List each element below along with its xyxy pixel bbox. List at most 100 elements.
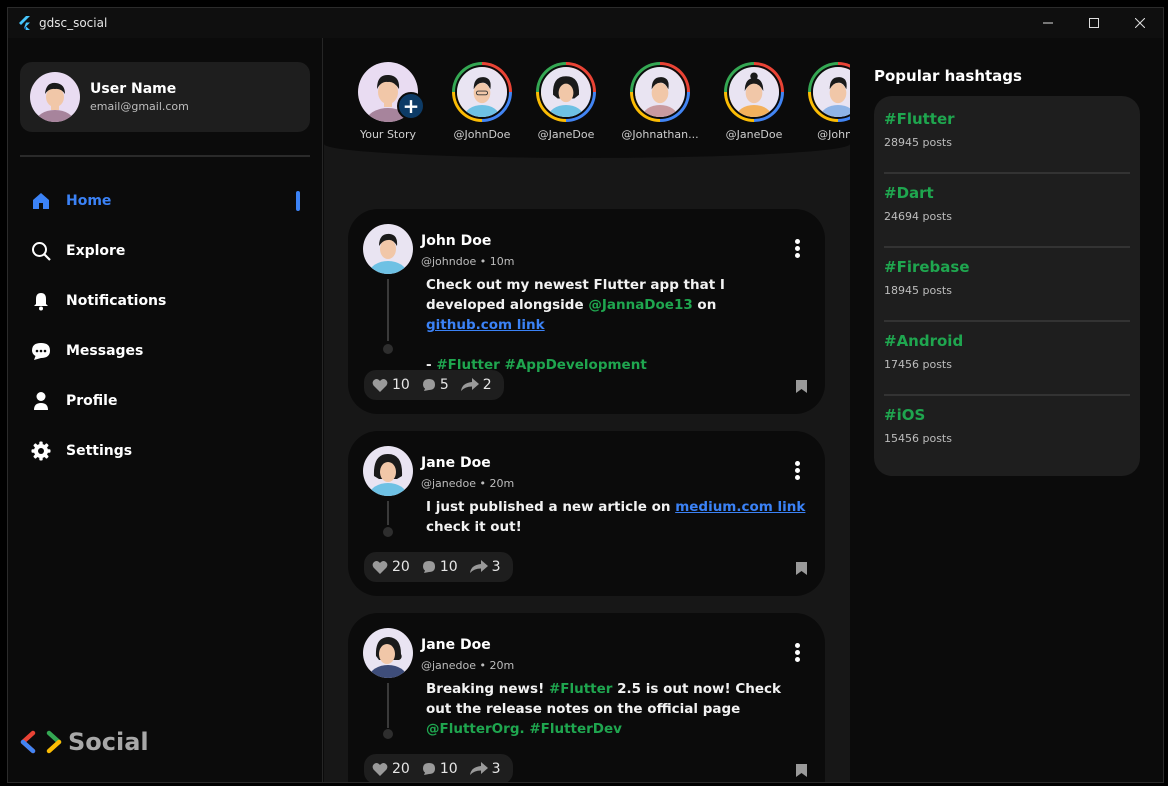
sidebar-item-label: Messages [66,343,144,359]
story-label: @JaneDoe [725,128,783,141]
hashtag-name[interactable]: #Android [884,332,1130,350]
sidebar-item-settings[interactable]: Settings [8,426,323,476]
story-item[interactable]: @JohnDoe [437,62,527,141]
hashtag-item[interactable]: #Flutter 28945 posts [884,100,1130,174]
post-text: I just published a new article on [426,499,676,515]
share-count: 3 [491,761,501,777]
bookmark-icon[interactable] [796,560,807,579]
share-button[interactable]: 3 [469,559,501,575]
sidebar-nav: Home Explore Notifications Messages Prof… [8,176,323,476]
external-link[interactable]: github.com link [426,317,545,333]
post-author[interactable]: Jane Doe [421,455,491,471]
window-controls [1025,8,1163,38]
flutter-logo-icon [19,16,30,30]
sidebar-item-notifications[interactable]: Notifications [8,276,323,326]
close-button[interactable] [1117,8,1163,38]
story-item[interactable]: @Johna [793,62,850,141]
bookmark-icon[interactable] [796,378,807,397]
avatar[interactable] [363,628,413,678]
post-body-line [426,335,806,355]
close-icon [1135,18,1145,28]
window-title: gdsc_social [39,16,108,30]
gear-icon [30,440,52,462]
hashtag-name[interactable]: #Firebase [884,258,1130,276]
comment-button[interactable]: 10 [422,559,458,575]
avatar [633,65,687,119]
brand: Social [20,728,149,756]
sidebar-item-explore[interactable]: Explore [8,226,323,276]
hashtag-list: #Flutter 28945 posts #Dart 24694 posts #… [874,96,1140,476]
story-item[interactable]: @JaneDoe [709,62,799,141]
post-body-line: Check out my newest Flutter app that I d… [426,275,806,335]
comment-icon [422,561,435,573]
post-author[interactable]: Jane Doe [421,637,491,653]
like-button[interactable]: 20 [372,559,410,575]
story-item[interactable]: @JaneDoe [521,62,611,141]
post-body-line: Breaking news! #Flutter 2.5 is out now! … [426,679,806,739]
post-actions: 10 5 2 [364,370,504,400]
avatar[interactable] [363,446,413,496]
like-button[interactable]: 10 [372,377,410,393]
hashtag-item[interactable]: #Android 17456 posts [884,322,1130,396]
thread-line [387,683,389,728]
active-indicator [296,191,300,211]
thread-dot [383,344,393,354]
post-card[interactable]: Jane Doe @janedoe • 20m Breaking news! #… [348,613,825,782]
hashtag-item[interactable]: #iOS 15456 posts [884,396,1130,470]
avatar[interactable] [363,224,413,274]
post-card[interactable]: John Doe @johndoe • 10m Check out my new… [348,209,825,414]
story-own[interactable]: + Your Story [343,62,433,141]
hashtag-item[interactable]: #Firebase 18945 posts [884,248,1130,322]
mention-link[interactable]: @FlutterOrg. [426,721,525,737]
post-body: Breaking news! #Flutter 2.5 is out now! … [426,679,806,739]
user-name: User Name [90,81,177,97]
hashtag-count: 15456 posts [884,432,952,445]
share-button[interactable]: 3 [469,761,501,777]
user-card[interactable]: User Name email@gmail.com [20,62,310,132]
avatar [30,72,80,122]
post-author[interactable]: John Doe [421,233,491,249]
hashtag-name[interactable]: #Dart [884,184,1130,202]
sidebar-item-label: Explore [66,243,126,259]
right-panel: Popular hashtags #Flutter 28945 posts #D… [851,38,1163,782]
like-button[interactable]: 20 [372,761,410,777]
hashtag-name[interactable]: #iOS [884,406,1130,424]
more-options-icon[interactable] [795,239,801,260]
comment-button[interactable]: 5 [422,377,449,393]
share-button[interactable]: 2 [460,377,492,393]
share-icon [460,378,479,391]
external-link[interactable]: medium.com link [675,499,805,515]
bookmark-icon[interactable] [796,762,807,781]
hashtag-item[interactable]: #Dart 24694 posts [884,174,1130,248]
more-options-icon[interactable] [795,643,801,664]
comment-count: 5 [439,377,449,393]
sidebar-item-messages[interactable]: Messages [8,326,323,376]
heart-icon [372,378,388,392]
hashtag-link[interactable]: #FlutterDev [529,721,622,737]
hashtags-title: Popular hashtags [874,67,1022,85]
post-actions: 20 10 3 [364,754,513,782]
minimize-button[interactable] [1025,8,1071,38]
hashtag-name[interactable]: #Flutter [884,110,1130,128]
like-count: 20 [392,761,410,777]
sidebar-item-profile[interactable]: Profile [8,376,323,426]
comment-button[interactable]: 10 [422,761,458,777]
add-story-button[interactable]: + [397,92,425,120]
post-meta: @johndoe • 10m [421,255,515,268]
story-item[interactable]: @Johnathan... [615,62,705,141]
sidebar-item-label: Settings [66,443,133,459]
hashtag-link[interactable]: #Flutter [549,681,613,697]
sidebar-item-home[interactable]: Home [8,176,323,226]
share-icon [469,762,488,775]
comment-count: 10 [439,761,458,777]
more-options-icon[interactable] [795,461,801,482]
post-card[interactable]: Jane Doe @janedoe • 20m I just published… [348,431,825,596]
post-body-line: I just published a new article on medium… [426,497,806,537]
thread-line [387,501,389,525]
minimize-icon [1043,22,1053,24]
maximize-button[interactable] [1071,8,1117,38]
post-text: Breaking news! [426,681,549,697]
feed: + Your Story @JohnDoe @JaneDoe @Johnatha… [324,38,850,782]
mention-link[interactable]: @JannaDoe13 [588,297,692,313]
hashtag-link[interactable]: #AppDevelopment [505,357,647,373]
